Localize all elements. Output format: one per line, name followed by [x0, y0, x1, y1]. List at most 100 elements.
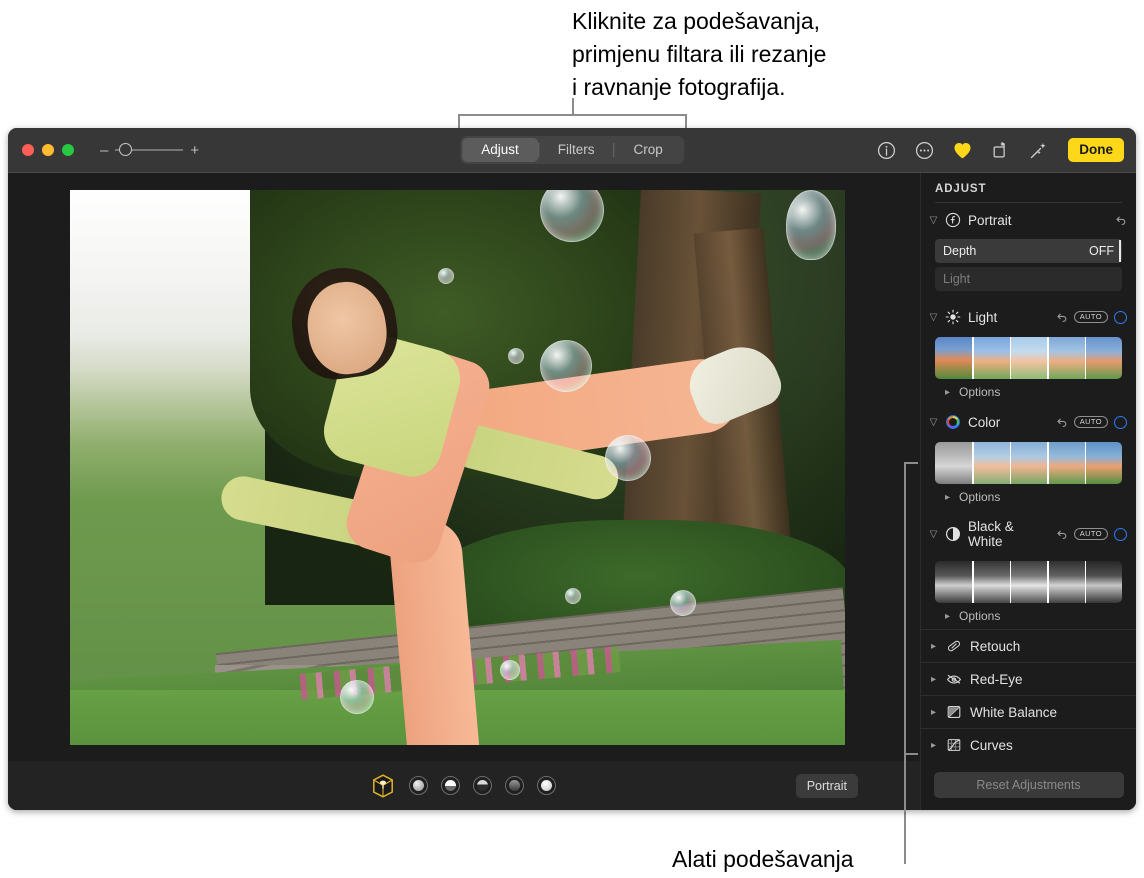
- light-enable-toggle[interactable]: [1114, 310, 1127, 324]
- studio-light-icon[interactable]: [409, 776, 428, 795]
- row-red-eye-label: Red-Eye: [970, 671, 1023, 687]
- stage-light-mono-icon[interactable]: [505, 776, 524, 795]
- tab-filters[interactable]: Filters: [539, 138, 614, 162]
- row-retouch-label: Retouch: [970, 638, 1021, 654]
- color-options-row[interactable]: ▸ Options: [921, 484, 1136, 510]
- row-red-eye[interactable]: ▸ Red-Eye: [921, 662, 1136, 695]
- zoom-slider-knob[interactable]: [119, 143, 133, 156]
- edit-mode-segmented-control[interactable]: Adjust Filters Crop: [460, 136, 684, 164]
- bandage-icon: [946, 638, 962, 654]
- section-portrait[interactable]: ▽ Portrait: [921, 203, 1136, 237]
- bw-controls[interactable]: AUTO: [1055, 527, 1127, 541]
- window-body: Portrait ADJUST ▽ Portrait Depth OFF Lig…: [8, 173, 1136, 810]
- zoom-slider-track[interactable]: [115, 143, 184, 156]
- panel-bracket-bottom-tick: [904, 753, 918, 755]
- photos-edit-window: – + Adjust Filters Crop Done Portrait AD…: [8, 128, 1136, 810]
- undo-icon[interactable]: [1055, 528, 1068, 541]
- color-wheel-icon: [945, 414, 961, 430]
- callout-top-text: Kliknite za podešavanja, primjenu filtar…: [572, 8, 827, 100]
- more-options-icon[interactable]: [914, 140, 935, 161]
- light-auto-button[interactable]: AUTO: [1073, 310, 1108, 324]
- color-auto-button[interactable]: AUTO: [1073, 415, 1108, 429]
- contour-light-icon[interactable]: [441, 776, 460, 795]
- high-key-light-mono-icon[interactable]: [537, 776, 556, 795]
- photo-canvas: [8, 173, 920, 761]
- eye-slash-icon: [946, 671, 962, 687]
- portrait-depth-value: OFF: [1089, 244, 1114, 258]
- toolbar-actions: Done: [876, 138, 1124, 162]
- light-variations-filmstrip[interactable]: [935, 337, 1122, 379]
- bw-options-row[interactable]: ▸ Options: [921, 603, 1136, 629]
- tab-adjust[interactable]: Adjust: [462, 138, 538, 162]
- reset-adjustments-button[interactable]: Reset Adjustments: [933, 772, 1124, 798]
- section-light-label: Light: [968, 309, 998, 325]
- row-curves-label: Curves: [970, 737, 1013, 753]
- portrait-depth-slider[interactable]: Depth OFF: [935, 239, 1122, 263]
- chevron-right-icon[interactable]: ▸: [943, 387, 952, 398]
- light-controls[interactable]: AUTO: [1055, 310, 1127, 324]
- panel-bracket-top-tick: [904, 462, 918, 464]
- brightness-icon: [945, 309, 961, 325]
- contrast-circle-icon: [945, 526, 961, 542]
- chevron-down-icon[interactable]: ▽: [929, 529, 938, 540]
- text-cursor: [1119, 240, 1121, 262]
- chevron-down-icon[interactable]: ▽: [929, 215, 938, 226]
- chevron-right-icon[interactable]: ▸: [929, 641, 938, 652]
- favorite-heart-icon[interactable]: [952, 140, 973, 161]
- bw-variations-filmstrip[interactable]: [935, 561, 1122, 603]
- reset-adjustments-area: Reset Adjustments: [921, 760, 1136, 810]
- color-enable-toggle[interactable]: [1114, 415, 1127, 429]
- traffic-lights: [22, 144, 74, 156]
- rotate-icon[interactable]: [990, 140, 1011, 161]
- auto-enhance-icon[interactable]: [1028, 140, 1049, 161]
- bw-auto-button[interactable]: AUTO: [1073, 527, 1108, 541]
- portrait-light-slider[interactable]: Light: [935, 267, 1122, 291]
- chevron-right-icon[interactable]: ▸: [929, 740, 938, 751]
- row-white-balance[interactable]: ▸ White Balance: [921, 695, 1136, 728]
- bw-enable-toggle[interactable]: [1114, 527, 1127, 541]
- chevron-down-icon[interactable]: ▽: [929, 417, 938, 428]
- minimize-window-button[interactable]: [42, 144, 54, 156]
- curves-icon: [946, 737, 962, 753]
- adjustments-scroll-area[interactable]: ADJUST ▽ Portrait Depth OFF Light ▽ Ligh…: [921, 173, 1136, 760]
- row-curves[interactable]: ▸ Curves: [921, 728, 1136, 760]
- done-button[interactable]: Done: [1068, 138, 1124, 162]
- section-color-label: Color: [968, 414, 1001, 430]
- undo-icon[interactable]: [1055, 311, 1068, 324]
- row-white-balance-label: White Balance: [970, 704, 1058, 720]
- section-black-and-white[interactable]: ▽ Black & White AUTO: [921, 510, 1136, 558]
- stage-light-icon[interactable]: [473, 776, 492, 795]
- row-retouch[interactable]: ▸ Retouch: [921, 629, 1136, 662]
- portrait-mode-badge[interactable]: Portrait: [795, 773, 858, 798]
- portrait-light-label: Light: [943, 272, 971, 286]
- zoom-window-button[interactable]: [62, 144, 74, 156]
- light-options-row[interactable]: ▸ Options: [921, 379, 1136, 405]
- chevron-right-icon[interactable]: ▸: [929, 707, 938, 718]
- color-options-label: Options: [959, 490, 1001, 504]
- info-icon[interactable]: [876, 140, 897, 161]
- undo-icon[interactable]: [1114, 214, 1127, 227]
- portrait-reset-control[interactable]: [1114, 214, 1127, 227]
- light-options-label: Options: [959, 385, 1001, 399]
- zoom-in-icon[interactable]: +: [190, 143, 199, 158]
- chevron-right-icon[interactable]: ▸: [943, 492, 952, 503]
- section-color[interactable]: ▽ Color AUTO: [921, 405, 1136, 439]
- chevron-down-icon[interactable]: ▽: [929, 312, 938, 323]
- chevron-right-icon[interactable]: ▸: [929, 674, 938, 685]
- color-variations-filmstrip[interactable]: [935, 442, 1122, 484]
- white-balance-icon: [946, 704, 962, 720]
- callout-top-bracket-top: [458, 114, 687, 116]
- panel-bracket-vertical: [904, 462, 906, 812]
- zoom-slider-control[interactable]: – +: [100, 143, 199, 158]
- edited-photo[interactable]: [70, 190, 845, 745]
- lighting-effects-list: [370, 773, 556, 799]
- section-light[interactable]: ▽ Light AUTO: [921, 300, 1136, 334]
- chevron-right-icon[interactable]: ▸: [943, 611, 952, 622]
- natural-light-cube-icon[interactable]: [370, 773, 396, 799]
- portrait-depth-label: Depth: [943, 244, 977, 258]
- tab-crop[interactable]: Crop: [615, 138, 682, 162]
- close-window-button[interactable]: [22, 144, 34, 156]
- zoom-out-icon[interactable]: –: [100, 143, 108, 158]
- color-controls[interactable]: AUTO: [1055, 415, 1127, 429]
- undo-icon[interactable]: [1055, 416, 1068, 429]
